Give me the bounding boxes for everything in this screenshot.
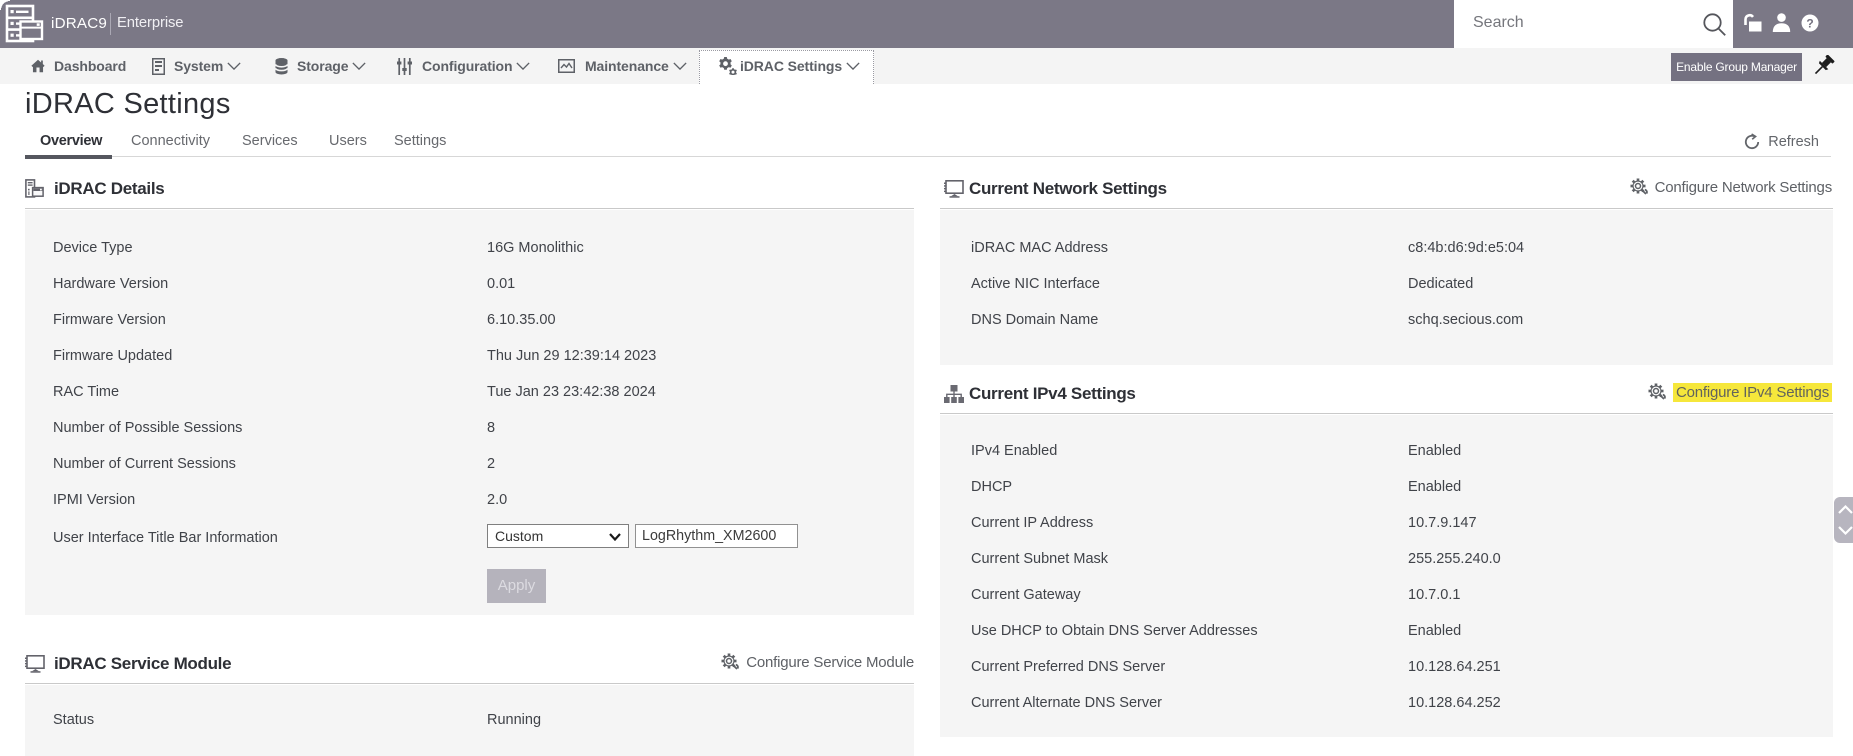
svg-text:?: ? <box>1806 16 1813 30</box>
